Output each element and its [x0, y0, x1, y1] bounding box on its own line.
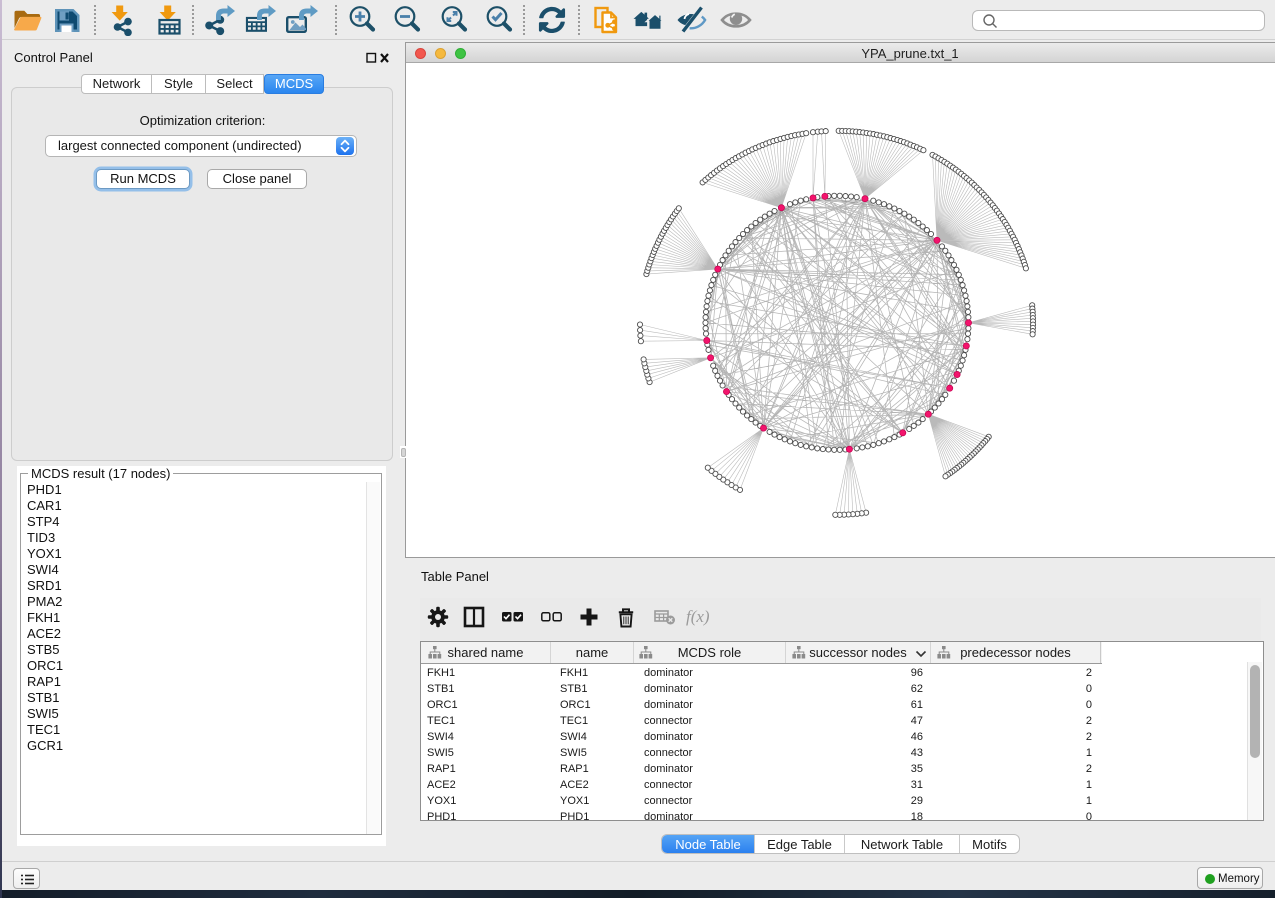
svg-text:f(x): f(x) [686, 607, 710, 626]
